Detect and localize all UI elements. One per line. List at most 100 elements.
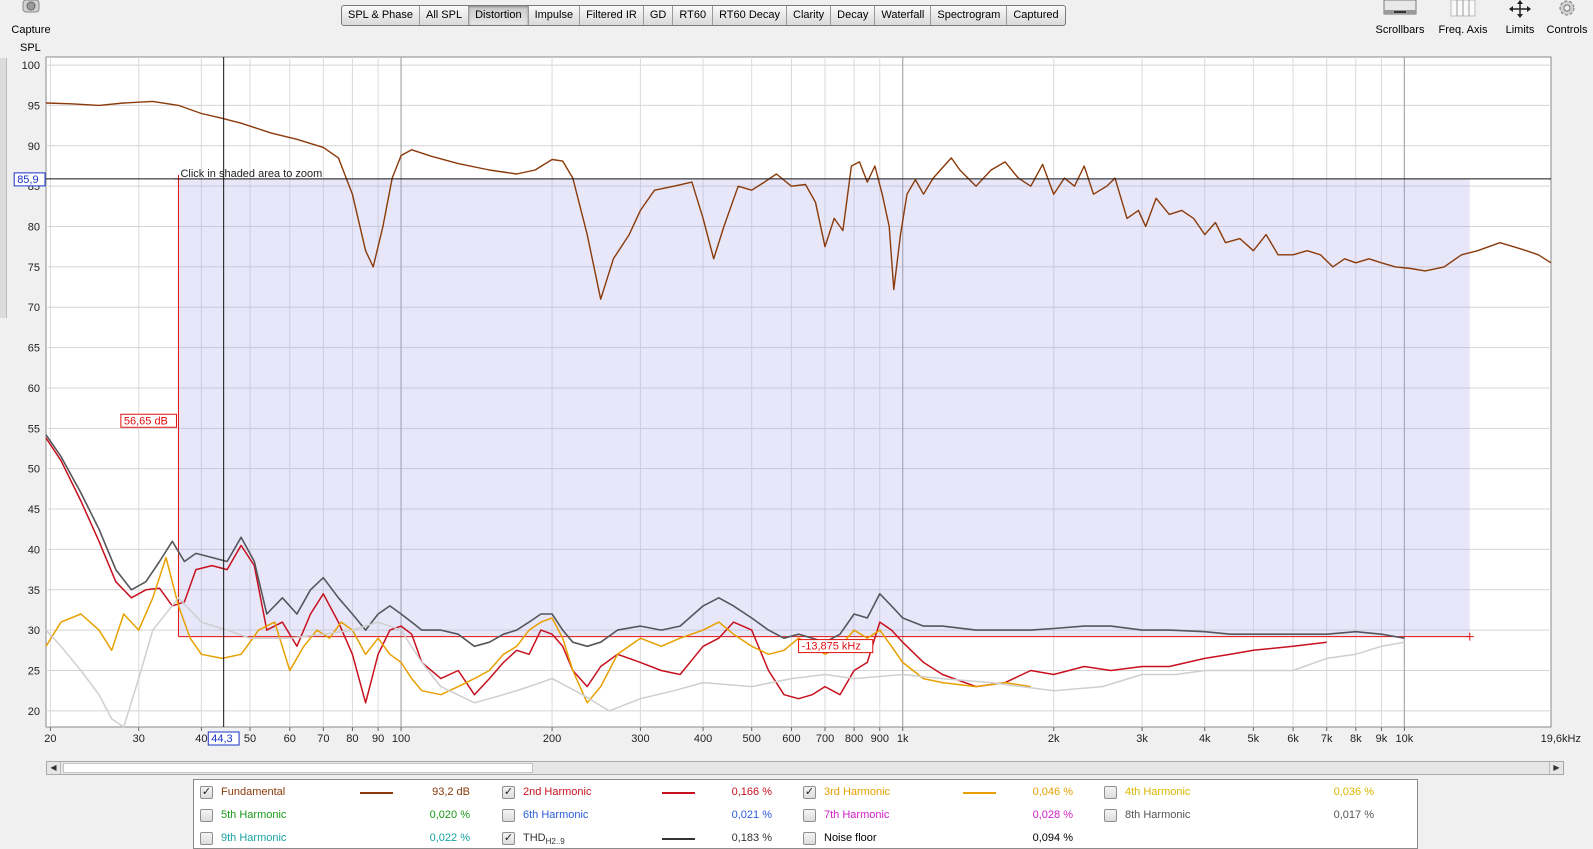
selection-width-readout: -13,875 kHz bbox=[798, 639, 874, 654]
x-tick-label: 70 bbox=[317, 733, 329, 745]
x-tick-label: 9k bbox=[1376, 733, 1388, 745]
legend-value-6th-harmonic: 0,021 % bbox=[731, 809, 772, 821]
legend-checkbox-5th-harmonic[interactable] bbox=[200, 809, 213, 822]
horizontal-scrollbar[interactable]: ◀ ▶ bbox=[46, 761, 1564, 775]
legend-swatch-fundamental bbox=[360, 792, 393, 794]
legend-swatch-thd bbox=[662, 838, 695, 840]
x-tick-label: 300 bbox=[631, 733, 649, 745]
selection-height-readout-text: 56,65 dB bbox=[124, 415, 168, 427]
x-tick-label: 8k bbox=[1350, 733, 1362, 745]
y-tick-label: 95 bbox=[28, 100, 40, 112]
scrollbar-thumb[interactable] bbox=[63, 763, 533, 773]
x-tick-label: 4k bbox=[1199, 733, 1211, 745]
x-tick-label: 60 bbox=[284, 733, 296, 745]
legend-item-thd: ✓ THDH2..9 0,183 % bbox=[502, 828, 782, 848]
x-tick-label: 2k bbox=[1048, 733, 1060, 745]
y-tick-label: 40 bbox=[28, 544, 40, 556]
x-tick-label: 80 bbox=[346, 733, 358, 745]
legend-name-thd: THDH2..9 bbox=[523, 832, 565, 847]
legend-value-3rd-harmonic: 0,046 % bbox=[1032, 786, 1073, 798]
x-tick-label: 90 bbox=[372, 733, 384, 745]
x-tick-label: 3k bbox=[1136, 733, 1148, 745]
legend-checkbox-9th-harmonic[interactable] bbox=[200, 832, 213, 845]
x-tick-label: 1k bbox=[897, 733, 909, 745]
x-tick-label: 7k bbox=[1321, 733, 1333, 745]
cursor-spl-readout-text: 85,9 bbox=[17, 174, 38, 186]
legend-item-6th-harmonic: 6th Harmonic 0,021 % bbox=[502, 805, 782, 825]
x-tick-label: 200 bbox=[543, 733, 561, 745]
y-tick-label: 60 bbox=[28, 383, 40, 395]
x-tick-label: 50 bbox=[244, 733, 256, 745]
legend-swatch-3rd-harmonic bbox=[963, 792, 996, 794]
y-tick-label: 35 bbox=[28, 585, 40, 597]
cursor-freq-readout-text: 44,3 bbox=[211, 733, 232, 745]
x-tick-label: 400 bbox=[694, 733, 712, 745]
legend-checkbox-3rd-harmonic[interactable]: ✓ bbox=[803, 786, 816, 799]
y-tick-label: 55 bbox=[28, 423, 40, 435]
y-tick-label: 65 bbox=[28, 343, 40, 355]
legend-item-5th-harmonic: 5th Harmonic 0,020 % bbox=[200, 805, 480, 825]
legend-value-4th-harmonic: 0,036 % bbox=[1333, 786, 1374, 798]
legend-name-noise-floor: Noise floor bbox=[824, 832, 877, 844]
legend-checkbox-7th-harmonic[interactable] bbox=[803, 809, 816, 822]
legend-name-subscript: H2..9 bbox=[545, 837, 565, 847]
distortion-chart[interactable]: 2025303540455055606570758085909510020 30 4… bbox=[0, 0, 1593, 760]
y-tick-label: 30 bbox=[28, 625, 40, 637]
legend-checkbox-4th-harmonic[interactable] bbox=[1104, 786, 1117, 799]
y-tick-label: 80 bbox=[28, 222, 40, 234]
legend-name-3rd-harmonic: 3rd Harmonic bbox=[824, 786, 891, 798]
x-tick-label: 700 bbox=[816, 733, 834, 745]
y-tick-label: 70 bbox=[28, 302, 40, 314]
y-tick-label: 100 bbox=[22, 60, 40, 72]
legend-name-7th-harmonic: 7th Harmonic bbox=[824, 809, 890, 821]
x-tick-label: 30 bbox=[133, 733, 145, 745]
legend-checkbox-2nd-harmonic[interactable]: ✓ bbox=[502, 786, 515, 799]
x-tick-label: 600 bbox=[782, 733, 800, 745]
legend-name-4th-harmonic: 4th Harmonic bbox=[1125, 786, 1191, 798]
x-tick-label: 900 bbox=[871, 733, 889, 745]
legend-value-9th-harmonic: 0,022 % bbox=[429, 832, 470, 844]
trace-legend: ✓ Fundamental 93,2 dB ✓ 2nd Harmonic 0,166 % ✓… bbox=[193, 779, 1418, 849]
zoom-hint: Click in shaded area to zoom bbox=[180, 168, 322, 180]
legend-checkbox-fundamental[interactable]: ✓ bbox=[200, 786, 213, 799]
y-tick-label: 50 bbox=[28, 464, 40, 476]
legend-value-2nd-harmonic: 0,166 % bbox=[731, 786, 772, 798]
legend-name-9th-harmonic: 9th Harmonic bbox=[221, 832, 287, 844]
legend-checkbox-8th-harmonic[interactable] bbox=[1104, 809, 1117, 822]
legend-checkbox-noise-floor[interactable] bbox=[803, 832, 816, 845]
legend-checkbox-6th-harmonic[interactable] bbox=[502, 809, 515, 822]
legend-checkbox-thd[interactable]: ✓ bbox=[502, 832, 515, 845]
cursor-spl-readout: 85,9 bbox=[13, 172, 46, 187]
legend-value-7th-harmonic: 0,028 % bbox=[1032, 809, 1073, 821]
legend-value-thd: 0,183 % bbox=[731, 832, 772, 844]
x-tick-label: 10k bbox=[1396, 733, 1414, 745]
scroll-right-arrow-icon[interactable]: ▶ bbox=[1549, 762, 1563, 774]
legend-name-5th-harmonic: 5th Harmonic bbox=[221, 809, 287, 821]
legend-item-fundamental: ✓ Fundamental 93,2 dB bbox=[200, 782, 480, 802]
legend-item-9th-harmonic: 9th Harmonic 0,022 % bbox=[200, 828, 480, 848]
legend-name-fundamental: Fundamental bbox=[221, 786, 286, 798]
legend-name-8th-harmonic: 8th Harmonic bbox=[1125, 809, 1191, 821]
legend-item-7th-harmonic: 7th Harmonic 0,028 % bbox=[803, 805, 1083, 825]
y-tick-label: 90 bbox=[28, 141, 40, 153]
scroll-left-arrow-icon[interactable]: ◀ bbox=[47, 762, 61, 774]
x-end-label: 19,6kHz bbox=[1541, 733, 1581, 745]
x-tick-label: 500 bbox=[743, 733, 761, 745]
zoom-selection-area bbox=[178, 178, 1470, 637]
legend-item-8th-harmonic: 8th Harmonic 0,017 % bbox=[1104, 805, 1384, 825]
selection-height-readout: 56,65 dB bbox=[120, 413, 177, 428]
x-tick-label: 5k bbox=[1248, 733, 1260, 745]
y-tick-label: 25 bbox=[28, 665, 40, 677]
legend-value-8th-harmonic: 0,017 % bbox=[1333, 809, 1374, 821]
x-tick-label: 6k bbox=[1287, 733, 1299, 745]
y-tick-label: 75 bbox=[28, 262, 40, 274]
x-tick-label: 40 bbox=[195, 733, 207, 745]
legend-value-fundamental: 93,2 dB bbox=[432, 786, 470, 798]
x-tick-label: 800 bbox=[845, 733, 863, 745]
legend-value-5th-harmonic: 0,020 % bbox=[429, 809, 470, 821]
legend-item-2nd-harmonic: ✓ 2nd Harmonic 0,166 % bbox=[502, 782, 782, 802]
selection-width-readout-text: -13,875 kHz bbox=[802, 641, 861, 653]
legend-item-3rd-harmonic: ✓ 3rd Harmonic 0,046 % bbox=[803, 782, 1083, 802]
legend-value-noise-floor: 0,094 % bbox=[1032, 832, 1073, 844]
legend-name-6th-harmonic: 6th Harmonic bbox=[523, 809, 589, 821]
